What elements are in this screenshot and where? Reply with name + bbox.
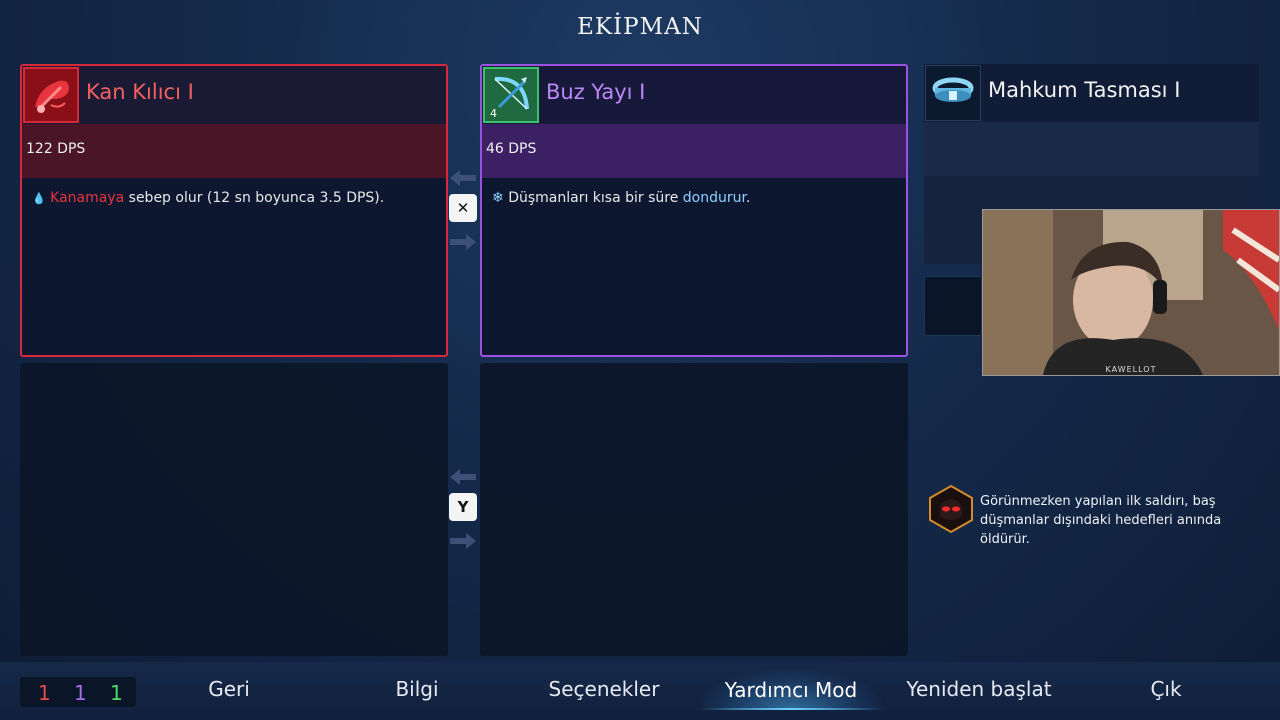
secondary-weapon-desc-prefix: Düşmanları kısa bir süre xyxy=(508,190,683,206)
bleed-keyword: Kanamaya xyxy=(50,190,125,206)
snowflake-icon: ❄ xyxy=(492,190,504,206)
swap-skills-right-arrow-icon xyxy=(450,533,476,549)
webcam-feed xyxy=(983,210,1279,375)
primary-weapon-dps-bar: 122 DPS xyxy=(22,124,446,178)
primary-weapon-desc-text: sebep olur (12 sn boyunca 3.5 DPS). xyxy=(124,190,385,206)
webcam-overlay: KAWELLOT xyxy=(982,209,1280,376)
scroll-counter: 1 1 1 xyxy=(20,677,136,707)
secondary-weapon-dps: 46 DPS xyxy=(486,141,537,157)
blood-sword-icon xyxy=(23,67,79,123)
secondary-weapon-card[interactable]: 4 Buz Yayı I 46 DPS ❄ Düşmanları kısa bi… xyxy=(480,64,908,357)
menu-quit[interactable]: Çık xyxy=(1130,677,1202,701)
secondary-weapon-dps-bar: 46 DPS xyxy=(482,124,906,178)
amulet-header: Mahkum Tasması I xyxy=(924,64,1259,122)
menu-assist-mode[interactable]: Yardımcı Mod xyxy=(700,670,882,710)
menu-restart[interactable]: Yeniden başlat xyxy=(896,677,1062,701)
primary-weapon-name: Kan Kılıcı I xyxy=(86,80,194,104)
mutation-description: Görünmezken yapılan ilk saldırı, baş düş… xyxy=(980,494,1222,547)
swap-skills-key[interactable]: Y xyxy=(449,493,477,521)
menu-options[interactable]: Seçenekler xyxy=(534,677,674,701)
tactics-count: 1 xyxy=(74,681,87,705)
secondary-weapon-header: 4 Buz Yayı I xyxy=(482,66,906,124)
swap-skills-left-arrow-icon xyxy=(450,469,476,485)
primary-weapon-description: 💧 Kanamaya sebep olur (12 sn boyunca 3.5… xyxy=(32,190,384,206)
ice-bow-icon: 4 xyxy=(483,67,539,123)
swap-right-arrow-icon xyxy=(450,234,476,250)
swap-left-arrow-icon xyxy=(450,170,476,186)
skill-slot-right[interactable] xyxy=(480,363,908,656)
primary-weapon-dps: 122 DPS xyxy=(26,141,86,157)
assassin-mutation-icon xyxy=(929,484,973,534)
webcam-label: KAWELLOT xyxy=(1105,365,1157,374)
swap-weapons-key[interactable]: ✕ xyxy=(449,194,477,222)
freeze-keyword: dondurur xyxy=(682,190,746,206)
primary-weapon-card[interactable]: Kan Kılıcı I 122 DPS 💧 Kanamaya sebep ol… xyxy=(20,64,448,357)
amulet-name: Mahkum Tasması I xyxy=(988,78,1181,102)
mutation-info: Görünmezken yapılan ilk saldırı, baş düş… xyxy=(924,484,1259,547)
secondary-weapon-name: Buz Yayı I xyxy=(546,80,646,104)
amulet-stat-bar xyxy=(924,122,1259,176)
screen-title: EKİPMAN xyxy=(577,14,703,40)
active-menu-highlight xyxy=(700,708,882,710)
brutality-count: 1 xyxy=(38,681,51,705)
skill-slot-left[interactable] xyxy=(20,363,448,656)
blood-drop-icon: 💧 xyxy=(32,192,46,205)
bottom-menu-bar: 1 1 1 Geri Bilgi Seçenekler Yardımcı Mod… xyxy=(0,662,1280,720)
mutation-slot[interactable] xyxy=(924,276,982,336)
survival-count: 1 xyxy=(110,681,123,705)
menu-info[interactable]: Bilgi xyxy=(368,677,466,701)
secondary-weapon-desc-suffix: . xyxy=(745,190,751,206)
prisoner-collar-icon xyxy=(925,65,981,121)
primary-weapon-header: Kan Kılıcı I xyxy=(22,66,446,124)
menu-back[interactable]: Geri xyxy=(180,677,278,701)
ice-bow-count: 4 xyxy=(490,107,497,120)
secondary-weapon-description: ❄ Düşmanları kısa bir süre dondurur. xyxy=(492,190,750,206)
